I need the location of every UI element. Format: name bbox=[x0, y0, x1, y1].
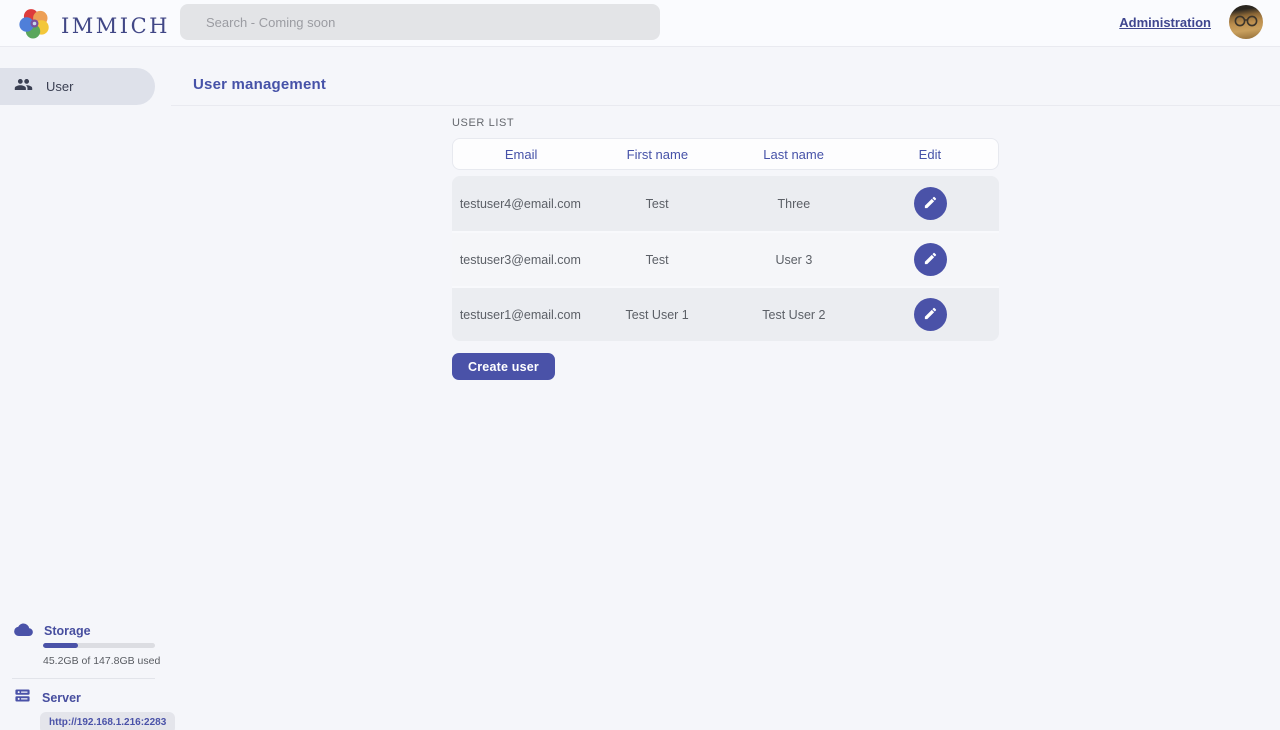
avatar[interactable] bbox=[1229, 5, 1263, 39]
search-input[interactable] bbox=[180, 4, 660, 40]
cell-last-name: Test User 2 bbox=[726, 308, 863, 322]
storage-progress-bar bbox=[43, 643, 155, 648]
cell-email: testuser1@email.com bbox=[452, 308, 589, 322]
cell-email: testuser3@email.com bbox=[452, 253, 589, 267]
server-url-badge: http://192.168.1.216:2283 bbox=[40, 712, 175, 730]
storage-title: Storage bbox=[44, 624, 91, 638]
page-header: User management bbox=[171, 47, 1280, 106]
table-row: testuser4@email.com Test Three bbox=[452, 176, 999, 231]
administration-link[interactable]: Administration bbox=[1119, 15, 1211, 30]
column-header-email: Email bbox=[453, 147, 589, 162]
create-user-button[interactable]: Create user bbox=[452, 353, 555, 380]
column-header-first-name: First name bbox=[589, 147, 725, 162]
sidebar: User Storage 45.2GB of 147.8GB used bbox=[0, 47, 171, 730]
sidebar-divider bbox=[12, 678, 155, 679]
page-title: User management bbox=[193, 76, 326, 93]
server-title: Server bbox=[42, 691, 81, 705]
top-navbar: IMMICH Administration bbox=[0, 0, 1280, 47]
edit-user-button[interactable] bbox=[914, 298, 947, 331]
cloud-icon bbox=[14, 622, 33, 641]
user-table: testuser4@email.com Test Three testuser3… bbox=[452, 176, 999, 341]
storage-header: Storage bbox=[0, 622, 171, 640]
pencil-icon bbox=[923, 251, 938, 269]
column-header-last-name: Last name bbox=[726, 147, 862, 162]
cell-last-name: Three bbox=[726, 197, 863, 211]
app-title: IMMICH bbox=[61, 14, 170, 38]
cell-first-name: Test User 1 bbox=[589, 308, 726, 322]
pencil-icon bbox=[923, 306, 938, 324]
column-header-edit: Edit bbox=[862, 147, 998, 162]
sidebar-item-user[interactable]: User bbox=[0, 68, 155, 105]
edit-user-button[interactable] bbox=[914, 243, 947, 276]
section-title: USER LIST bbox=[452, 117, 999, 129]
table-row: testuser1@email.com Test User 1 Test Use… bbox=[452, 286, 999, 341]
storage-usage-text: 45.2GB of 147.8GB used bbox=[43, 655, 171, 667]
server-header: Server bbox=[0, 689, 171, 707]
cell-first-name: Test bbox=[589, 253, 726, 267]
table-header-row: Email First name Last name Edit bbox=[452, 138, 999, 170]
pencil-icon bbox=[923, 195, 938, 213]
sidebar-status-panel: Storage 45.2GB of 147.8GB used Server ht… bbox=[0, 615, 171, 730]
cell-first-name: Test bbox=[589, 197, 726, 211]
main-content: USER LIST Email First name Last name Edi… bbox=[171, 106, 1280, 380]
storage-progress-fill bbox=[43, 643, 78, 648]
users-icon bbox=[14, 75, 33, 99]
cell-last-name: User 3 bbox=[726, 253, 863, 267]
immich-flower-icon bbox=[18, 7, 51, 45]
app-logo[interactable]: IMMICH bbox=[18, 7, 170, 45]
table-row: testuser3@email.com Test User 3 bbox=[452, 231, 999, 286]
edit-user-button[interactable] bbox=[914, 187, 947, 220]
server-icon bbox=[14, 687, 31, 709]
cell-email: testuser4@email.com bbox=[452, 197, 589, 211]
sidebar-item-label: User bbox=[46, 79, 73, 94]
